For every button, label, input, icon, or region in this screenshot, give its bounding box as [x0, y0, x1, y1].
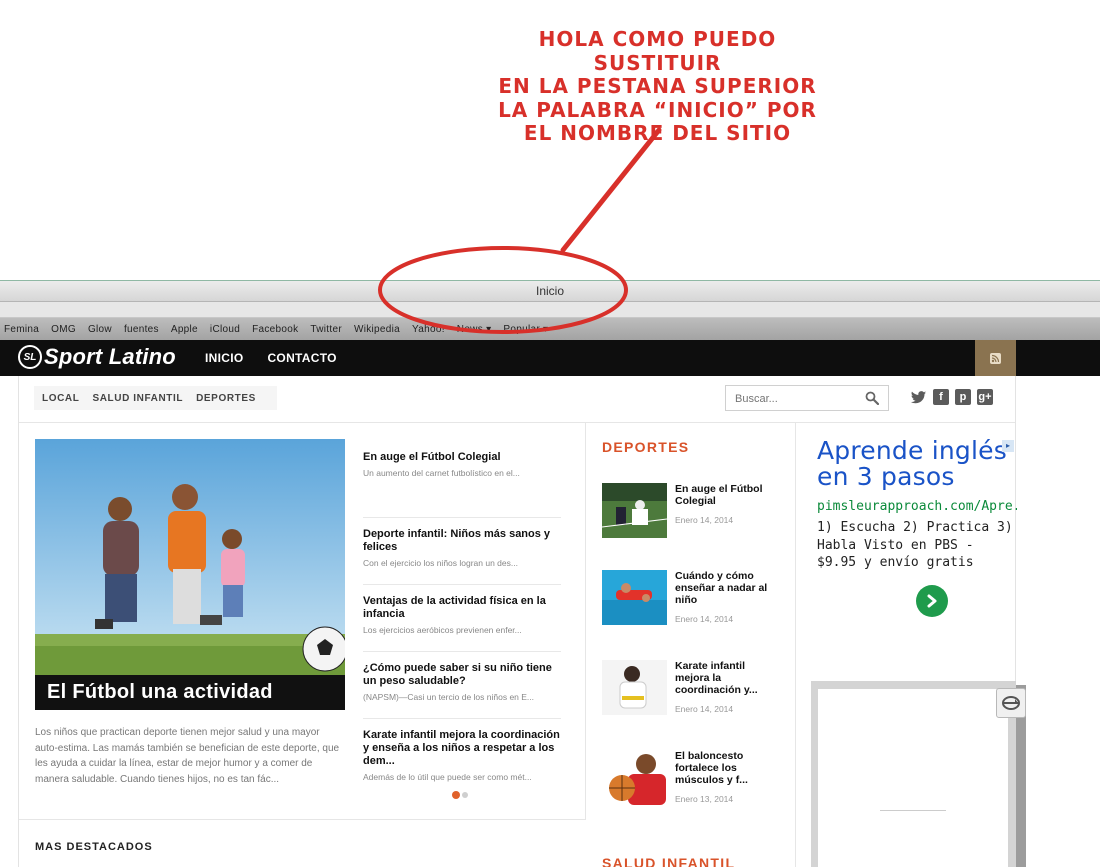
bookmark-femina[interactable]: Femina	[4, 324, 39, 335]
logo-mark: SL	[18, 345, 42, 369]
search-box	[725, 385, 889, 411]
ad-body: 1) Escucha 2) Practica 3) Habla Visto en…	[817, 520, 1013, 570]
deportes-item[interactable]: El baloncesto fortalece los músculos y f…	[602, 750, 792, 806]
slider-item-excerpt: Los ejercicios aeróbicos previenen enfer…	[363, 625, 522, 635]
annotation-line: EL NOMBRE DEL SITIO	[523, 121, 792, 145]
facebook-icon[interactable]: f	[933, 389, 949, 405]
featured-excerpt: Los niños que practican deporte tienen m…	[35, 727, 340, 785]
search-icon[interactable]	[865, 391, 879, 405]
annotation-area: HOLA COMO PUEDO SUSTITUIR EN LA PESTANA …	[0, 0, 1100, 280]
deportes-item-title[interactable]: En auge el Fútbol Colegial	[675, 483, 775, 507]
deportes-section: DEPORTES En auge el Fútbol Colegial Ener…	[586, 423, 796, 867]
bookmark-popular-menu[interactable]: Popular ▾	[503, 324, 548, 335]
ad-title[interactable]: Aprende inglés en 3 pasos	[817, 438, 1017, 490]
google-plus-icon[interactable]: g+	[977, 389, 993, 405]
browser-toolbar	[0, 302, 1100, 318]
subnav-bar: LOCAL SALUD INFANTIL DEPORTES f p g+	[19, 376, 1015, 423]
divider	[880, 810, 946, 811]
slider-dot-active[interactable]	[452, 791, 460, 799]
side-panel-content	[818, 689, 1008, 867]
slider-item-title[interactable]: En auge el Fútbol Colegial	[363, 451, 561, 464]
main-nav: INICIO CONTACTO	[205, 340, 361, 376]
slider-item-excerpt: Además de lo útil que puede ser como mét…	[363, 772, 532, 782]
bookmark-fuentes[interactable]: fuentes	[124, 324, 159, 335]
bookmark-news-menu[interactable]: News ▾	[457, 324, 492, 335]
slider-item-excerpt: Un aumento del carnet futbolístico en el…	[363, 468, 520, 478]
deportes-item[interactable]: Cuándo y cómo enseñar a nadar al niño En…	[602, 570, 792, 626]
site-logo[interactable]: SL Sport Latino	[18, 344, 176, 370]
refresh-icon	[1002, 696, 1020, 710]
slider-item[interactable]: ¿Cómo puede saber si su niño tiene un pe…	[363, 652, 561, 719]
bookmark-twitter[interactable]: Twitter	[310, 324, 342, 335]
annotation-line: HOLA COMO PUEDO SUSTITUIR	[538, 27, 777, 75]
bookmark-apple[interactable]: Apple	[171, 324, 198, 335]
screenshot-root: HOLA COMO PUEDO SUSTITUIR EN LA PESTANA …	[0, 0, 1100, 867]
nav-contacto[interactable]: CONTACTO	[267, 351, 336, 365]
deportes-item-title[interactable]: Karate infantil mejora la coordinación y…	[675, 660, 775, 696]
slider-item-title[interactable]: ¿Cómo puede saber si su niño tiene un pe…	[363, 662, 561, 688]
twitter-icon[interactable]	[911, 389, 927, 405]
deportes-item-date: Enero 14, 2014	[675, 614, 734, 624]
nav-inicio[interactable]: INICIO	[205, 351, 243, 365]
bookmark-glow[interactable]: Glow	[88, 324, 112, 335]
slider-item-title[interactable]: Deporte infantil: Niños más sanos y feli…	[363, 528, 561, 554]
slider-item[interactable]: Karate infantil mejora la coordinación y…	[363, 719, 561, 789]
deportes-item-title[interactable]: El baloncesto fortalece los músculos y f…	[675, 750, 775, 786]
chevron-right-icon	[927, 594, 937, 608]
deportes-thumbnail[interactable]	[602, 570, 667, 625]
bookmark-omg[interactable]: OMG	[51, 324, 76, 335]
annotation-line: EN LA PESTANA SUPERIOR	[498, 74, 817, 98]
featured-caption[interactable]: El Fútbol una actividad Familiar	[35, 675, 345, 738]
slider-item-excerpt: (NAPSM)—Casi un tercio de los niños en E…	[363, 692, 535, 702]
rss-icon	[990, 352, 1001, 364]
refresh-button[interactable]	[996, 688, 1026, 718]
subnav-deportes[interactable]: DEPORTES	[196, 393, 256, 404]
bookmark-facebook[interactable]: Facebook	[252, 324, 298, 335]
deportes-item-date: Enero 14, 2014	[675, 515, 734, 525]
annotation-line: LA PALABRA “INICIO” POR	[498, 97, 817, 122]
deportes-heading[interactable]: DEPORTES	[602, 439, 689, 455]
browser-tab-title[interactable]: Inicio	[0, 280, 1100, 302]
slider-list: En auge el Fútbol Colegial Un aumento de…	[363, 451, 561, 789]
ad-url[interactable]: pimsleurapproach.com/Apre...	[817, 499, 1017, 514]
slider-item[interactable]: Deporte infantil: Niños más sanos y feli…	[363, 518, 561, 585]
slider-item-title[interactable]: Karate infantil mejora la coordinación y…	[363, 729, 561, 768]
deportes-item[interactable]: Karate infantil mejora la coordinación y…	[602, 660, 792, 716]
site-header: SL Sport Latino INICIO CONTACTO	[0, 340, 1100, 376]
annotation-text: HOLA COMO PUEDO SUSTITUIR EN LA PESTANA …	[480, 27, 835, 146]
social-links: f p g+	[911, 389, 999, 405]
category-nav: LOCAL SALUD INFANTIL DEPORTES	[34, 386, 277, 410]
deportes-item-date: Enero 13, 2014	[675, 794, 734, 804]
ad-banner[interactable]: Aprende inglés en 3 pasos pimsleurapproa…	[817, 438, 1017, 638]
deportes-thumbnail[interactable]	[602, 483, 667, 538]
subnav-salud-infantil[interactable]: SALUD INFANTIL	[92, 393, 183, 404]
ad-go-button[interactable]	[916, 585, 948, 617]
slider-item[interactable]: En auge el Fútbol Colegial Un aumento de…	[363, 451, 561, 518]
slider-item-title[interactable]: Ventajas de la actividad física en la in…	[363, 595, 561, 621]
slider-dots	[452, 791, 470, 799]
salud-infantil-heading[interactable]: SALUD INFANTIL	[602, 855, 735, 867]
featured-section: El Fútbol una actividad Familiar Los niñ…	[19, 423, 586, 820]
slider-dot[interactable]	[462, 792, 468, 798]
mas-destacados-heading: MAS DESTACADOS	[35, 841, 153, 853]
bookmark-icloud[interactable]: iCloud	[210, 324, 240, 335]
pinterest-icon[interactable]: p	[955, 389, 971, 405]
search-input[interactable]	[735, 391, 855, 407]
bookmarks-bar: Femina OMG Glow fuentes Apple iCloud Fac…	[0, 318, 1100, 340]
ad-choices-icon[interactable]: ▸	[1002, 440, 1014, 452]
deportes-item-title[interactable]: Cuándo y cómo enseñar a nadar al niño	[675, 570, 775, 606]
subnav-local[interactable]: LOCAL	[42, 393, 79, 404]
rss-button[interactable]	[975, 340, 1016, 376]
deportes-item-date: Enero 14, 2014	[675, 704, 734, 714]
slider-item[interactable]: Ventajas de la actividad física en la in…	[363, 585, 561, 652]
bookmark-yahoo[interactable]: Yahoo!	[412, 324, 445, 335]
deportes-thumbnail[interactable]	[602, 660, 667, 715]
bookmark-wikipedia[interactable]: Wikipedia	[354, 324, 400, 335]
featured-image[interactable]	[35, 439, 345, 710]
logo-text: Sport Latino	[44, 344, 176, 369]
slider-item-excerpt: Con el ejercicio los niños logran un des…	[363, 558, 518, 568]
deportes-item[interactable]: En auge el Fútbol Colegial Enero 14, 201…	[602, 483, 792, 539]
deportes-thumbnail[interactable]	[602, 750, 667, 805]
